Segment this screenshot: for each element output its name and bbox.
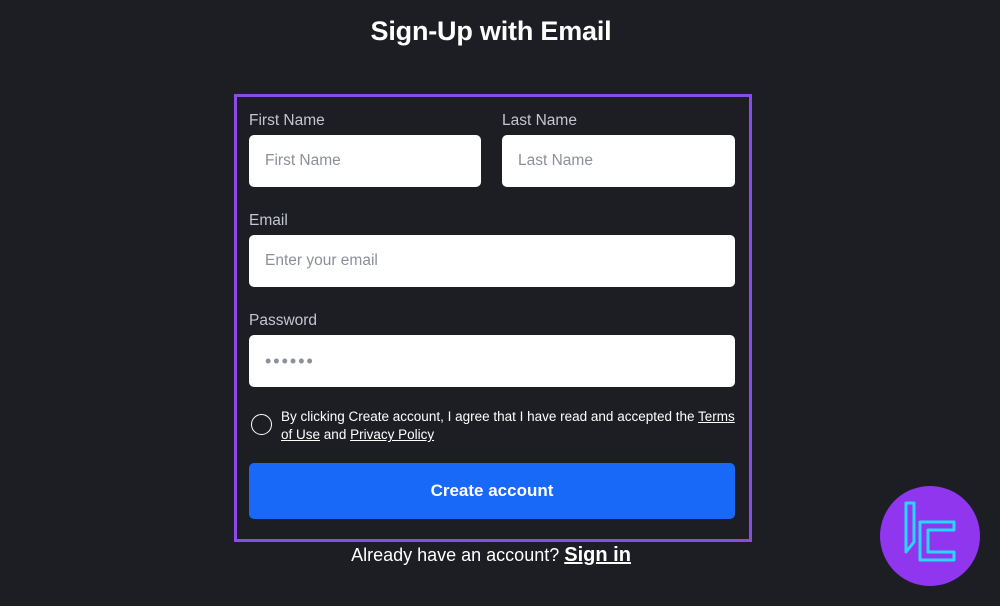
agreement-text: By clicking Create account, I agree that… [281,408,741,444]
page-title: Sign-Up with Email [370,16,612,46]
first-name-label: First Name [249,112,325,129]
last-name-field[interactable] [502,135,735,187]
brand-logo-icon [880,486,980,586]
password-label: Password [249,312,318,329]
email-label: Email [249,212,288,229]
sign-in-link[interactable]: Sign in [564,544,631,566]
privacy-policy-link[interactable]: Privacy Policy [350,427,434,442]
signin-prompt: Already have an account? [351,545,560,565]
agreement-and: and [323,427,347,442]
create-account-button[interactable]: Create account [249,463,735,519]
agreement-prefix: By clicking Create account, I agree that… [281,409,695,424]
signin-row: Already have an account? Sign in [0,544,982,567]
password-field[interactable] [249,335,735,387]
email-field[interactable] [249,235,735,287]
last-name-label: Last Name [502,112,577,129]
agree-radio-icon[interactable] [251,414,272,435]
first-name-field[interactable] [249,135,481,187]
signup-form: First Name Last Name Email Password By c… [234,94,752,542]
